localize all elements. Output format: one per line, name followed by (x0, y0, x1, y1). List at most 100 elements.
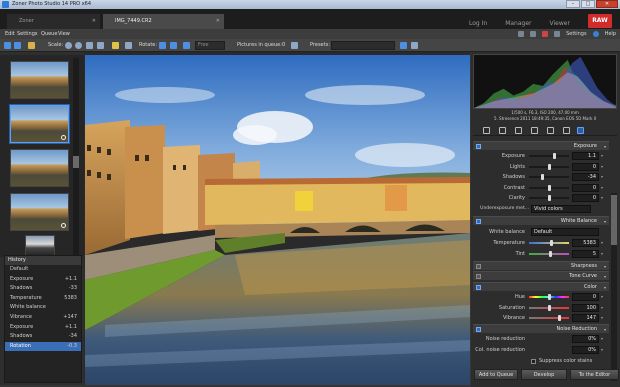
filmstrip-scrollbar[interactable] (73, 58, 79, 258)
menu-view[interactable]: View (58, 29, 70, 39)
compare-icon[interactable] (112, 42, 119, 49)
adjustment-value-field[interactable]: 0% (572, 346, 599, 354)
adjustment-value-field[interactable]: 0 (572, 183, 599, 192)
chevron-down-icon[interactable]: ▾ (601, 162, 603, 172)
adjustment-value-field[interactable]: 5 (572, 250, 599, 258)
adjustment-value-field[interactable]: 5383 (572, 239, 599, 247)
grid-icon[interactable] (125, 42, 132, 49)
underexposure-select[interactable]: Vivid colors (531, 205, 591, 213)
chevron-down-icon[interactable]: ▾ (604, 272, 606, 281)
chevron-down-icon[interactable]: ▾ (604, 283, 606, 292)
exposure-enable-checkbox[interactable] (476, 144, 481, 149)
crop-icon[interactable] (499, 127, 506, 134)
history-item[interactable]: Shadows -33 (5, 284, 81, 294)
chevron-down-icon[interactable]: ▾ (601, 172, 603, 182)
alert-icon[interactable] (542, 31, 549, 37)
thumbnail-selected[interactable] (10, 105, 69, 143)
white-balance-mode-select[interactable]: Default (531, 228, 599, 236)
tone-curve-enable-checkbox[interactable] (476, 274, 481, 279)
section-noise-reduction[interactable]: Noise Reduction ▾ (473, 324, 609, 333)
adjustment-value-field[interactable]: 0 (572, 194, 599, 203)
help-icon[interactable] (592, 31, 599, 37)
chevron-down-icon[interactable]: ▾ (601, 345, 603, 355)
chevron-down-icon[interactable]: ▾ (601, 303, 603, 313)
chevron-down-icon[interactable]: ▾ (604, 217, 606, 226)
adjustment-value-field[interactable]: 0 (572, 293, 599, 301)
slider-track[interactable] (529, 155, 569, 157)
tab-close-icon[interactable]: ✕ (92, 14, 96, 29)
adjustment-value-field[interactable]: 1.1 (572, 152, 599, 160)
fit-window-icon[interactable] (86, 42, 93, 49)
actual-size-icon[interactable] (97, 42, 104, 49)
menu-queue[interactable]: Queue (41, 29, 57, 39)
chevron-down-icon[interactable]: ▾ (601, 249, 603, 259)
scrollbar-thumb[interactable] (611, 195, 617, 245)
menu-edit[interactable]: Edit (5, 29, 15, 39)
rotate-right-icon[interactable] (170, 42, 177, 49)
chevron-down-icon[interactable]: ▾ (604, 262, 606, 271)
thumbnail[interactable] (25, 235, 55, 257)
zoom-out-icon[interactable] (75, 42, 82, 49)
adjustment-value-field[interactable]: -34 (572, 173, 599, 182)
adjustment-value-field[interactable]: 0% (572, 335, 599, 343)
forward-arrow-icon[interactable] (14, 42, 21, 49)
rotate-icon[interactable] (531, 127, 538, 134)
pipette-icon[interactable] (483, 127, 490, 134)
slider-track[interactable] (529, 317, 569, 319)
section-sharpness[interactable]: Sharpness ▾ (473, 261, 609, 270)
history-item[interactable]: Shadows -34 (5, 332, 81, 342)
history-item[interactable]: Default (5, 265, 81, 275)
chevron-down-icon[interactable]: ▾ (601, 292, 603, 302)
panel-scrollbar[interactable] (611, 193, 617, 381)
raw-module-button[interactable]: RAW (588, 14, 612, 28)
manage-presets-icon[interactable] (411, 42, 418, 49)
slider-handle[interactable] (548, 195, 551, 202)
sharpness-enable-checkbox[interactable] (476, 264, 481, 269)
color-enable-checkbox[interactable] (476, 285, 481, 290)
tab-image[interactable]: IMG_7449.CR2 ✕ (103, 14, 224, 29)
tab-close-icon[interactable]: ✕ (216, 14, 220, 29)
slider-track[interactable] (529, 242, 569, 244)
save-preset-icon[interactable] (400, 42, 407, 49)
history-item[interactable]: Temperature 5383 (5, 294, 81, 304)
slider-handle[interactable] (550, 240, 554, 246)
chevron-down-icon[interactable]: ▾ (601, 334, 603, 344)
develop-icon[interactable] (577, 127, 584, 134)
clone-icon[interactable] (547, 127, 554, 134)
slider-handle[interactable] (541, 174, 545, 181)
adjustment-value-field[interactable]: 147 (572, 314, 599, 322)
settings-link[interactable]: Settings (566, 29, 587, 39)
slider-handle[interactable] (552, 153, 556, 159)
section-color[interactable]: Color ▾ (473, 282, 609, 291)
rotate-left-icon[interactable] (159, 42, 166, 49)
scrollbar-thumb[interactable] (73, 156, 79, 168)
chevron-down-icon[interactable]: ▾ (604, 325, 606, 334)
to-the-editor-button[interactable]: To the Editor (570, 369, 619, 380)
lens-icon[interactable] (563, 127, 570, 134)
back-arrow-icon[interactable] (4, 42, 11, 49)
chevron-down-icon[interactable]: ▾ (601, 183, 603, 193)
section-white-balance[interactable]: White Balance ▾ (473, 216, 609, 225)
gear-icon[interactable] (554, 31, 561, 37)
section-tone-curve[interactable]: Tone Curve ▾ (473, 271, 609, 280)
presets-select[interactable] (331, 41, 395, 50)
straighten-icon[interactable] (183, 42, 190, 49)
chevron-down-icon[interactable]: ▾ (601, 151, 603, 161)
close-window-button[interactable]: ✕ (596, 0, 618, 8)
history-item[interactable]: Vibrance +147 (5, 313, 81, 323)
slider-handle[interactable] (548, 304, 551, 311)
add-to-queue-button[interactable]: Add to Queue (474, 369, 518, 380)
history-item[interactable]: Rotation -0.3 (5, 341, 81, 352)
rotate-mode-select[interactable]: Free (195, 41, 225, 50)
image-viewer[interactable] (84, 52, 470, 385)
zoom-in-icon[interactable] (65, 42, 72, 49)
adjustment-value-field[interactable]: 100 (572, 303, 599, 312)
section-exposure[interactable]: Exposure ▾ (473, 141, 609, 150)
chevron-down-icon[interactable]: ▾ (601, 193, 603, 203)
slider-handle[interactable] (548, 184, 551, 191)
chevron-down-icon[interactable]: ▾ (601, 238, 603, 248)
history-item[interactable]: Exposure +1.1 (5, 275, 81, 285)
tab-zoner[interactable]: Zoner ✕ (7, 14, 100, 29)
maximize-button[interactable]: □ (581, 0, 595, 8)
levels-icon[interactable] (515, 127, 522, 134)
